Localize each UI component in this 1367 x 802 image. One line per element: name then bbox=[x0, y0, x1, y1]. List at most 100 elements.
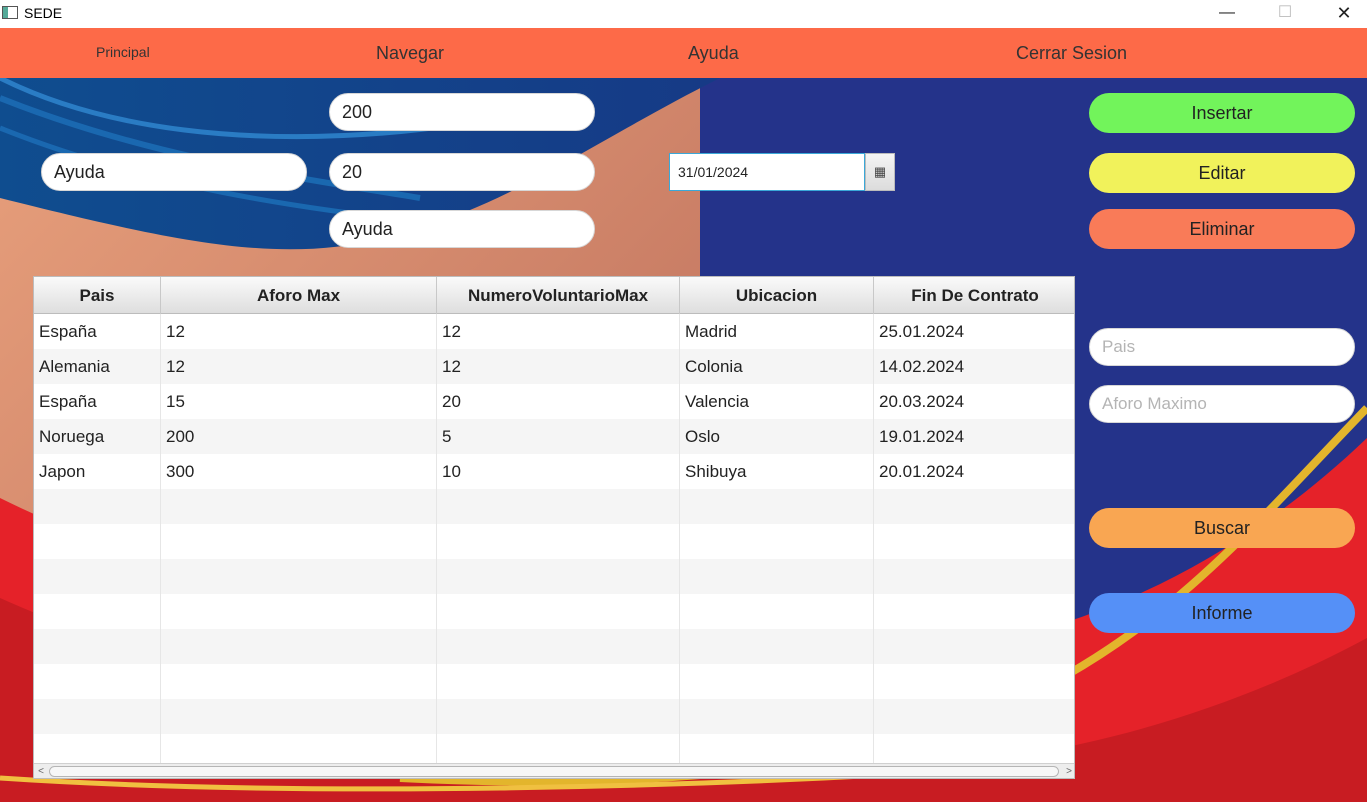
table-cell bbox=[874, 524, 1074, 559]
column-header-ubicacion[interactable]: Ubicacion bbox=[680, 277, 874, 314]
table-cell: 12 bbox=[437, 314, 680, 349]
buscar-button[interactable]: Buscar bbox=[1089, 508, 1355, 548]
menu-navegar[interactable]: Navegar bbox=[376, 28, 444, 78]
pais-search-input[interactable]: Pais bbox=[1089, 328, 1355, 366]
table-cell bbox=[161, 699, 437, 734]
date-picker: 31/01/2024 ▦ bbox=[669, 153, 895, 191]
table-cell: 20 bbox=[437, 384, 680, 419]
table-cell: Valencia bbox=[680, 384, 874, 419]
table-cell bbox=[161, 664, 437, 699]
menu-principal[interactable]: Principal bbox=[96, 28, 150, 78]
menu-ayuda[interactable]: Ayuda bbox=[688, 28, 739, 78]
table-cell bbox=[874, 594, 1074, 629]
table-cell bbox=[34, 699, 161, 734]
table-cell bbox=[437, 699, 680, 734]
table-cell: 15 bbox=[161, 384, 437, 419]
table-cell: 300 bbox=[161, 454, 437, 489]
informe-button[interactable]: Informe bbox=[1089, 593, 1355, 633]
table-cell bbox=[437, 489, 680, 524]
table-row[interactable]: España 12 12 Madrid 25.01.2024 bbox=[34, 314, 1074, 349]
title-bar: SEDE — ☐ ✕ bbox=[0, 0, 1367, 28]
menu-bar: Principal Navegar Ayuda Cerrar Sesion bbox=[0, 28, 1367, 78]
table-cell bbox=[874, 629, 1074, 664]
sede-table: Pais Aforo Max NumeroVoluntarioMax Ubica… bbox=[33, 276, 1075, 779]
table-cell bbox=[34, 489, 161, 524]
table-cell: Shibuya bbox=[680, 454, 874, 489]
table-cell bbox=[34, 524, 161, 559]
voluntarios-input[interactable]: 20 bbox=[329, 153, 595, 191]
maximize-button[interactable]: ☐ bbox=[1257, 0, 1313, 28]
table-cell: Noruega bbox=[34, 419, 161, 454]
aforo-search-input[interactable]: Aforo Maximo bbox=[1089, 385, 1355, 423]
table-cell bbox=[161, 524, 437, 559]
table-cell: 19.01.2024 bbox=[879, 427, 965, 446]
table-cell bbox=[874, 489, 1074, 524]
table-row[interactable] bbox=[34, 664, 1074, 699]
table-cell: Madrid bbox=[680, 314, 874, 349]
column-header-numero-voluntario-max[interactable]: NumeroVoluntarioMax bbox=[437, 277, 680, 314]
table-row[interactable]: España 15 20 Valencia 20.03.2024 bbox=[34, 384, 1074, 419]
table-row[interactable] bbox=[34, 629, 1074, 664]
table-cell: 14.02.2024 bbox=[879, 357, 965, 376]
table-cell: 12 bbox=[437, 349, 680, 384]
table-row[interactable] bbox=[34, 524, 1074, 559]
table-cell: España bbox=[34, 314, 161, 349]
column-header-aforo-max[interactable]: Aforo Max bbox=[161, 277, 437, 314]
insertar-button[interactable]: Insertar bbox=[1089, 93, 1355, 133]
ubicacion-input[interactable]: Ayuda bbox=[329, 210, 595, 248]
table-cell: 25.01.2024 bbox=[879, 322, 965, 341]
editar-button[interactable]: Editar bbox=[1089, 153, 1355, 193]
ayuda-input[interactable]: Ayuda bbox=[41, 153, 307, 191]
table-cell bbox=[161, 629, 437, 664]
table-cell bbox=[680, 594, 874, 629]
table-cell bbox=[874, 699, 1074, 734]
close-button[interactable]: ✕ bbox=[1316, 0, 1367, 28]
column-header-fin-de-contrato[interactable]: Fin De Contrato bbox=[874, 277, 1074, 314]
table-cell: 12 bbox=[161, 349, 437, 384]
table-cell bbox=[34, 664, 161, 699]
table-cell: 10 bbox=[437, 454, 680, 489]
table-cell bbox=[680, 629, 874, 664]
table-cell bbox=[874, 664, 1074, 699]
minimize-button[interactable]: — bbox=[1199, 0, 1255, 28]
table-row[interactable]: Alemania 12 12 Colonia 14.02.2024 bbox=[34, 349, 1074, 384]
table-cell: Japon bbox=[34, 454, 161, 489]
app-icon bbox=[2, 6, 18, 19]
table-cell bbox=[161, 559, 437, 594]
table-cell bbox=[680, 524, 874, 559]
aforo-input[interactable]: 200 bbox=[329, 93, 595, 131]
date-input[interactable]: 31/01/2024 bbox=[669, 153, 865, 191]
scrollbar-thumb[interactable] bbox=[49, 766, 1059, 777]
table-row[interactable]: Japon 300 10 Shibuya 20.01.2024 bbox=[34, 454, 1074, 489]
table-row[interactable] bbox=[34, 594, 1074, 629]
table-cell bbox=[34, 594, 161, 629]
table-header: Pais Aforo Max NumeroVoluntarioMax Ubica… bbox=[34, 277, 1074, 314]
table-row[interactable] bbox=[34, 699, 1074, 734]
table-row[interactable] bbox=[34, 489, 1074, 524]
table-cell bbox=[680, 559, 874, 594]
window-title: SEDE bbox=[24, 5, 63, 21]
eliminar-button[interactable]: Eliminar bbox=[1089, 209, 1355, 249]
table-cell bbox=[437, 559, 680, 594]
table-cell bbox=[874, 559, 1074, 594]
table-cell bbox=[437, 594, 680, 629]
table-cell bbox=[437, 524, 680, 559]
table-cell: Oslo bbox=[680, 419, 874, 454]
table-cell bbox=[680, 664, 874, 699]
table-cell: Alemania bbox=[34, 349, 161, 384]
table-row[interactable] bbox=[34, 559, 1074, 594]
calendar-icon[interactable]: ▦ bbox=[865, 153, 895, 191]
horizontal-scrollbar[interactable]: < > bbox=[34, 763, 1074, 778]
table-cell bbox=[161, 489, 437, 524]
scroll-right-icon[interactable]: > bbox=[1062, 764, 1074, 778]
menu-cerrar-sesion[interactable]: Cerrar Sesion bbox=[1016, 28, 1127, 78]
table-row[interactable]: Noruega 200 5 Oslo 19.01.2024 bbox=[34, 419, 1074, 454]
table-cell bbox=[34, 559, 161, 594]
table-cell: 20.03.2024 bbox=[879, 392, 965, 411]
column-header-pais[interactable]: Pais bbox=[34, 277, 161, 314]
table-cell: 20.01.2024 bbox=[879, 462, 965, 481]
table-cell bbox=[680, 489, 874, 524]
scroll-left-icon[interactable]: < bbox=[34, 764, 48, 778]
table-cell: 5 bbox=[437, 419, 680, 454]
table-cell: Colonia bbox=[680, 349, 874, 384]
